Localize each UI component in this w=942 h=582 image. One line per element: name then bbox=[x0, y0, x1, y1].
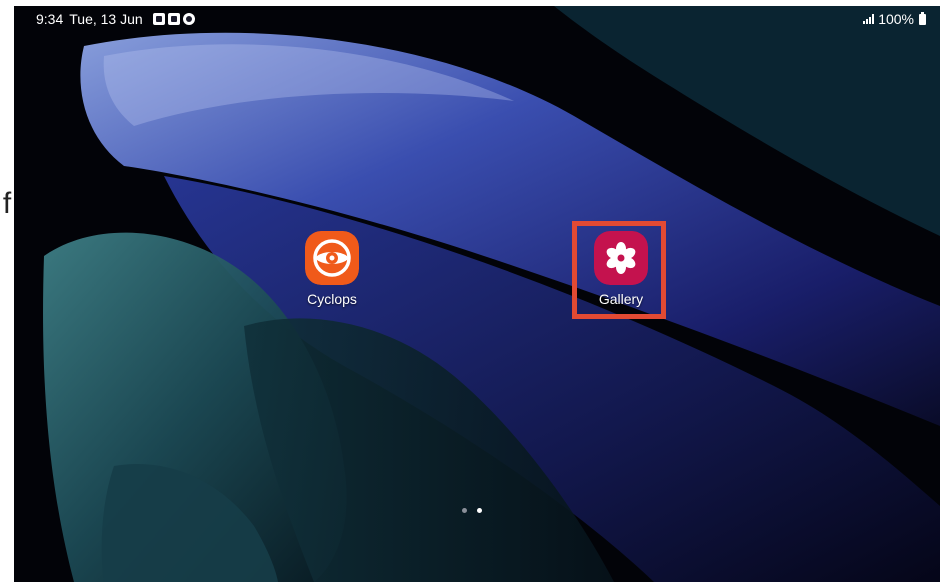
cyclops-eye-icon bbox=[305, 231, 359, 285]
page-indicator bbox=[462, 508, 482, 513]
battery-icon bbox=[919, 11, 926, 25]
notification-icons bbox=[152, 13, 195, 25]
status-bar: 9:34 Tue, 13 Jun 100% bbox=[14, 6, 940, 32]
gallery-highlight-box bbox=[572, 221, 666, 319]
page-dot[interactable] bbox=[462, 508, 467, 513]
page-dot-active[interactable] bbox=[477, 508, 482, 513]
wallpaper bbox=[14, 6, 940, 582]
margin-glyph: f bbox=[2, 187, 12, 220]
battery-percent: 100% bbox=[878, 11, 914, 27]
status-right: 100% bbox=[863, 6, 926, 32]
image-icon bbox=[167, 13, 180, 25]
contact-card-icon bbox=[152, 13, 165, 25]
signal-bars-icon bbox=[863, 14, 875, 24]
status-time: 9:34 bbox=[36, 11, 64, 27]
at-sign-icon bbox=[182, 13, 195, 25]
status-date: Tue, 13 Jun bbox=[69, 11, 143, 27]
tablet-home-screen: 9:34 Tue, 13 Jun 100% Cyclops Gallery bbox=[14, 6, 940, 582]
screenshot-page: f 9:34 Tue, 13 Jun 100% Cyclops Gallery bbox=[0, 0, 942, 582]
status-left: 9:34 Tue, 13 Jun bbox=[36, 6, 195, 32]
app-label-cyclops: Cyclops bbox=[307, 291, 357, 307]
app-cyclops[interactable]: Cyclops bbox=[292, 231, 372, 307]
